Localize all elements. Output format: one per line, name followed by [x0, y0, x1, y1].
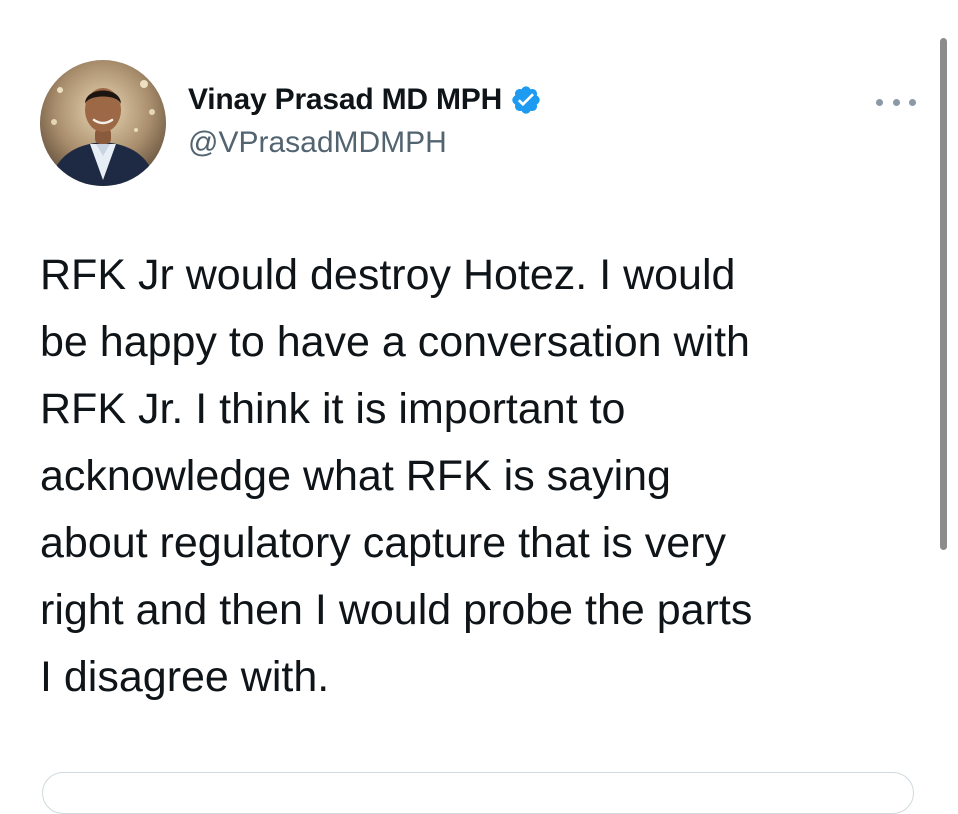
tweet-text-line: right and then I would probe the parts: [40, 586, 753, 634]
scrollbar[interactable]: [940, 38, 947, 550]
tweet-card: Vinay Prasad MD MPH @VPrasadMDMPH RFK Jr…: [0, 0, 958, 814]
more-dot: [892, 98, 900, 106]
more-dot: [909, 98, 916, 106]
tweet-text-line: about regulatory capture that is very: [40, 519, 726, 567]
author-name-row[interactable]: Vinay Prasad MD MPH: [188, 80, 542, 120]
author-display-name[interactable]: Vinay Prasad MD MPH: [188, 83, 502, 117]
verified-badge-icon: [510, 84, 542, 116]
embedded-card-edge[interactable]: [42, 772, 914, 814]
tweet-text-line: I disagree with.: [40, 653, 330, 701]
more-options-icon[interactable]: [876, 94, 916, 110]
avatar[interactable]: [40, 60, 166, 186]
avatar-image: [40, 60, 166, 186]
tweet-text-line: RFK Jr would destroy Hotez. I would: [40, 251, 736, 299]
tweet-text: RFK Jr would destroy Hotez. I would be h…: [40, 242, 920, 711]
tweet-text-line: acknowledge what RFK is saying: [40, 452, 671, 500]
tweet-text-line: be happy to have a conversation with: [40, 318, 750, 366]
more-dot: [876, 98, 883, 106]
author-handle[interactable]: @VPrasadMDMPH: [188, 126, 447, 160]
tweet-text-line: RFK Jr. I think it is important to: [40, 385, 626, 433]
